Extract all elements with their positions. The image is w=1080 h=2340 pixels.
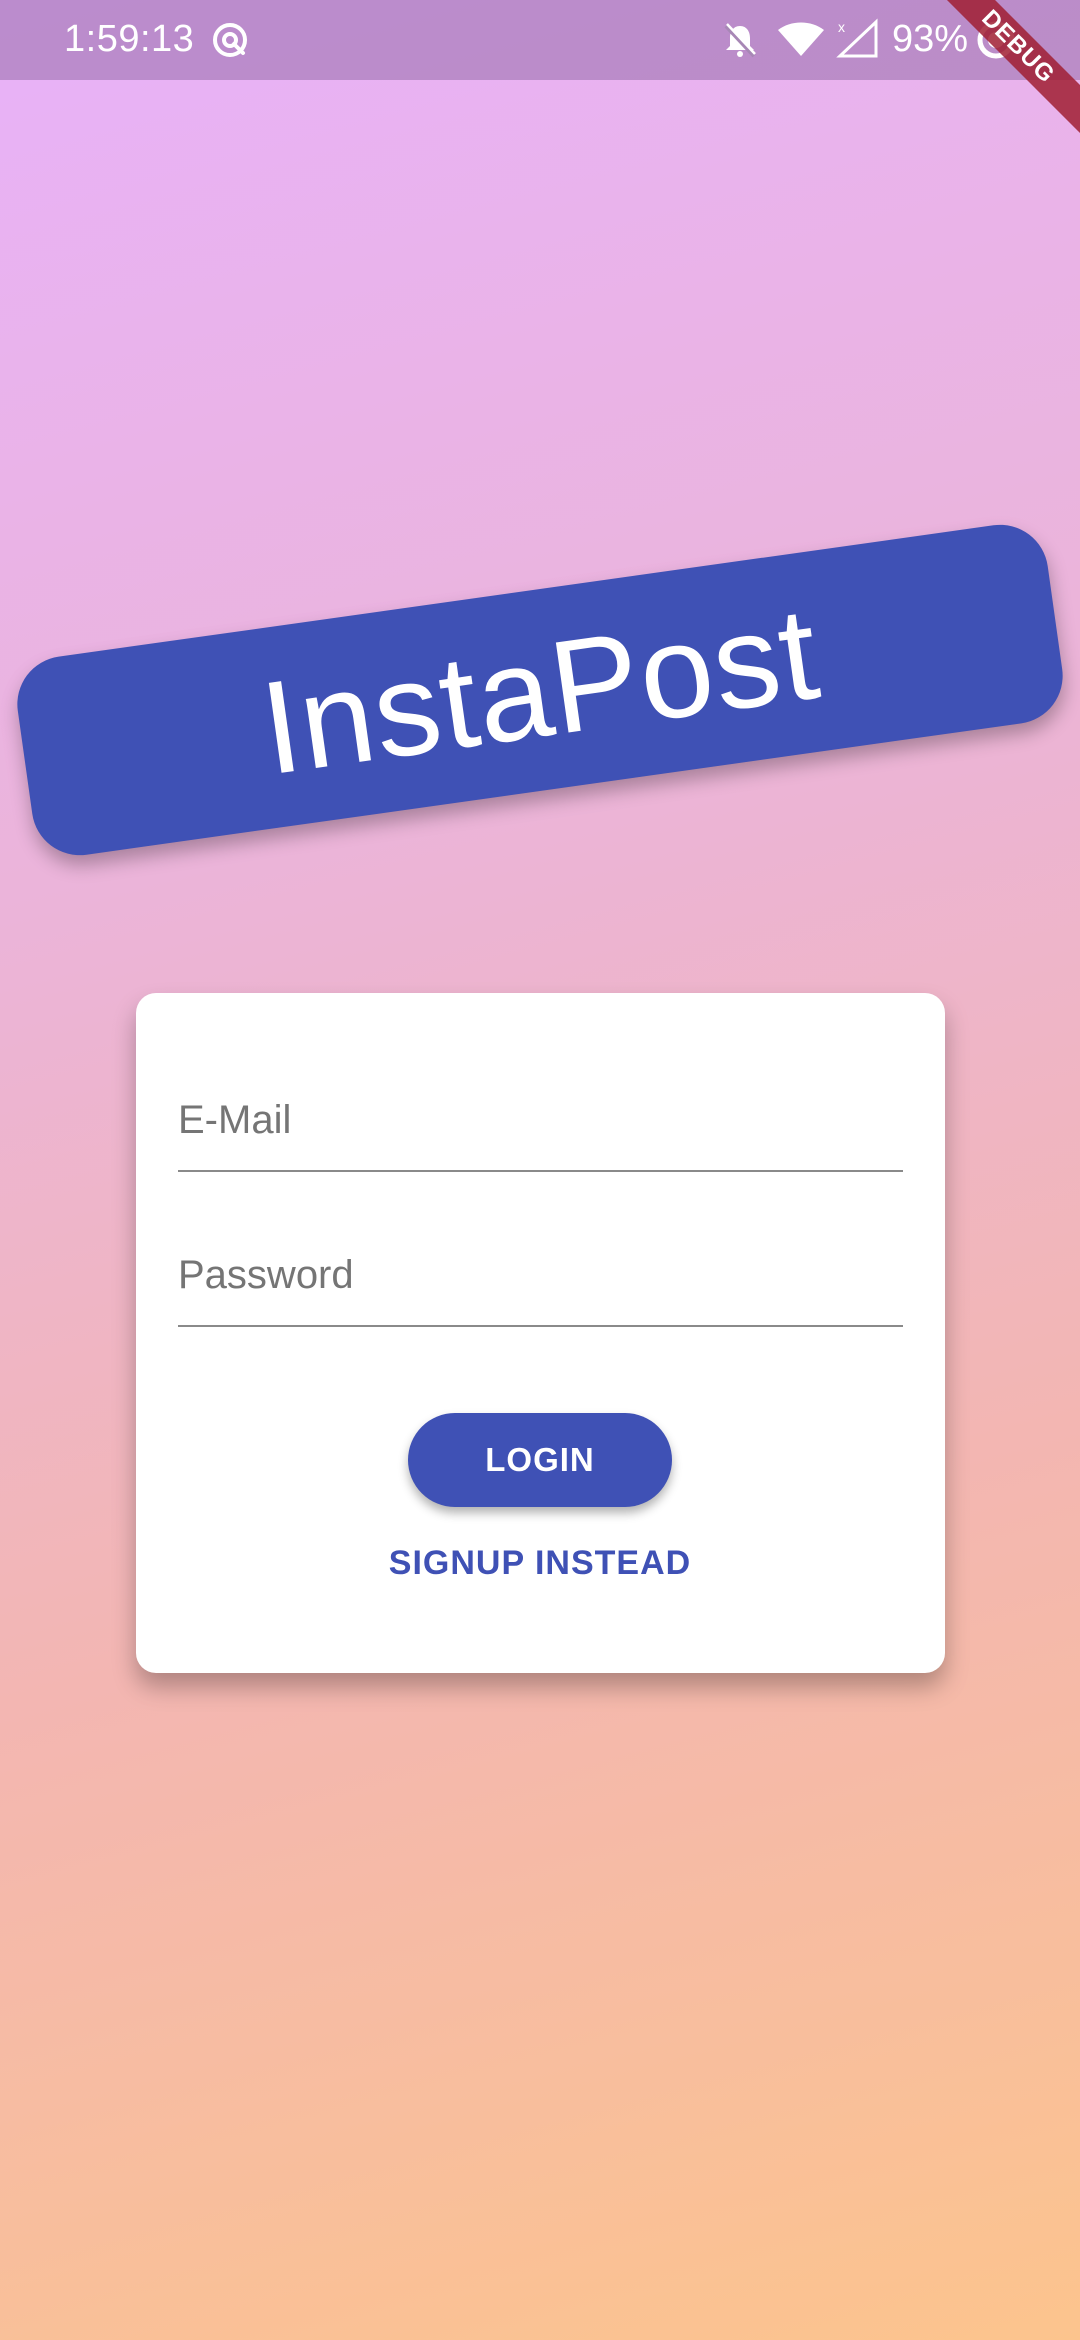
- signal-icon: x: [836, 18, 878, 58]
- bell-off-icon: [724, 23, 756, 58]
- svg-text:x: x: [838, 19, 845, 35]
- sync-icon: [213, 23, 247, 57]
- battery-circle-icon: [977, 21, 1015, 59]
- login-button[interactable]: LOGIN: [408, 1413, 672, 1507]
- email-field-container: [178, 1070, 903, 1172]
- app-title-banner: InstaPost: [11, 518, 1069, 862]
- signup-instead-button[interactable]: SIGNUP INSTEAD: [340, 1533, 740, 1593]
- status-bar: 1:59:13 x 93%: [0, 0, 1080, 80]
- wifi-icon: [778, 22, 824, 56]
- password-input[interactable]: [178, 1245, 903, 1305]
- app-title: InstaPost: [252, 578, 828, 802]
- status-time: 1:59:13: [64, 18, 195, 60]
- battery-percentage: 93%: [892, 18, 969, 60]
- password-field-container: [178, 1225, 903, 1327]
- auth-card: LOGIN SIGNUP INSTEAD: [136, 993, 945, 1673]
- email-input[interactable]: [178, 1090, 903, 1150]
